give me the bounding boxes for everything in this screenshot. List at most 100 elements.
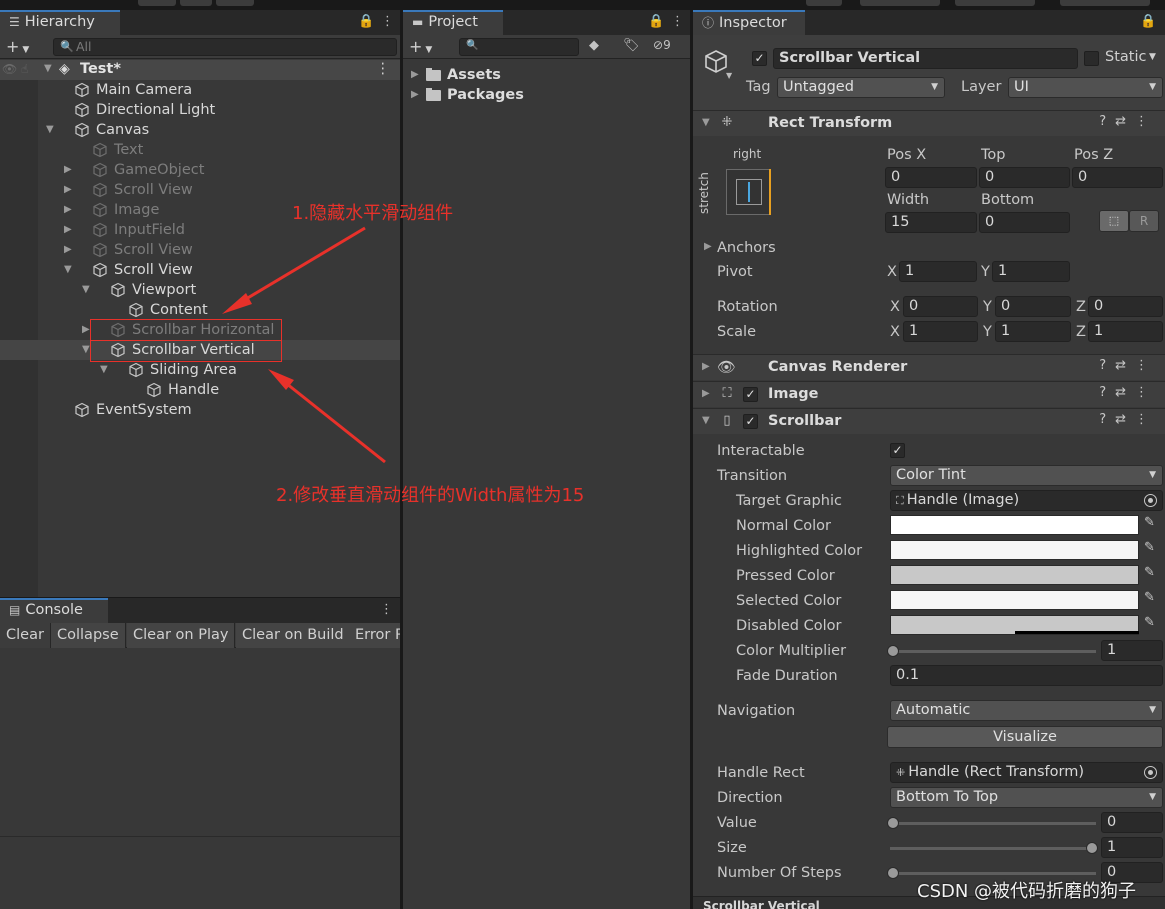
project-search-input[interactable]: 🔍 — [459, 38, 579, 56]
expand-arrow-icon[interactable]: ▶ — [64, 180, 72, 200]
collapse-arrow-icon[interactable]: ▼ — [100, 360, 108, 380]
component-tools[interactable]: ?⇄⋮ — [1099, 114, 1157, 129]
eyedropper-icon[interactable]: ✎ — [1144, 540, 1155, 555]
hierarchy-item[interactable]: ▼ Viewport — [0, 280, 400, 300]
navigation-dropdown[interactable]: Automatic ▼ — [890, 700, 1163, 721]
filter-by-label-icon[interactable]: 🏷 — [623, 38, 640, 53]
console-clear-on-build-button[interactable]: Clear on Build — [236, 623, 351, 648]
rotation-y-input[interactable]: 0 — [995, 296, 1071, 317]
transition-dropdown[interactable]: Color Tint ▼ — [890, 465, 1163, 486]
toolbar-button[interactable] — [806, 0, 842, 6]
blueprint-mode-button[interactable]: ⬚ — [1099, 210, 1129, 232]
expand-arrow-icon[interactable]: ▶ — [82, 320, 90, 340]
collapse-arrow-icon[interactable]: ▼ — [82, 340, 90, 360]
more-options-icon[interactable]: ⋮ — [381, 14, 394, 29]
tag-dropdown[interactable]: Untagged ▼ — [777, 77, 945, 98]
hierarchy-search-input[interactable]: 🔍 All — [53, 38, 397, 56]
toolbar-button[interactable] — [180, 0, 212, 6]
layer-dropdown[interactable]: UI ▼ — [1008, 77, 1163, 98]
scrollbar-component-header[interactable]: ▼ ▯ ✓ Scrollbar ?⇄⋮ — [693, 408, 1165, 434]
hierarchy-item[interactable]: Handle — [0, 380, 400, 400]
hierarchy-item[interactable]: EventSystem — [0, 400, 400, 420]
expand-arrow-icon[interactable]: ▶ — [702, 388, 710, 399]
anchor-presets-button[interactable] — [726, 169, 771, 215]
bottom-input[interactable]: 0 — [979, 212, 1070, 233]
hierarchy-item[interactable]: ▼ Canvas — [0, 120, 400, 140]
scale-z-input[interactable]: 1 — [1088, 321, 1163, 342]
visualize-button[interactable]: Visualize — [887, 726, 1163, 748]
fade-duration-input[interactable]: 0.1 — [890, 665, 1163, 686]
target-graphic-field[interactable]: ⛶ Handle (Image) — [890, 490, 1163, 511]
hierarchy-item[interactable]: ▼ Sliding Area — [0, 360, 400, 380]
collapse-arrow-icon[interactable]: ▼ — [702, 117, 710, 128]
anchors-expand-icon[interactable]: ▶ — [704, 241, 712, 252]
hidden-packages-toggle[interactable]: ⊘9 — [653, 38, 671, 52]
toolbar-button[interactable] — [138, 0, 176, 6]
filter-by-type-icon[interactable]: ◆ — [589, 38, 599, 53]
pivot-y-input[interactable]: 1 — [992, 261, 1070, 282]
slider-knob[interactable] — [1086, 842, 1098, 854]
hierarchy-item[interactable]: ▶ Scroll View — [0, 180, 400, 200]
color-multiplier-slider[interactable] — [887, 645, 1096, 657]
object-name-input[interactable]: Scrollbar Vertical — [773, 48, 1078, 69]
scale-y-input[interactable]: 1 — [995, 321, 1071, 342]
top-input[interactable]: 0 — [979, 167, 1070, 188]
static-dropdown-icon[interactable]: ▼ — [1149, 52, 1156, 62]
raw-edit-button[interactable]: R — [1129, 210, 1159, 232]
console-clear-on-play-button[interactable]: Clear on Play — [127, 623, 236, 648]
active-checkbox[interactable]: ✓ — [752, 51, 767, 66]
pivot-x-input[interactable]: 1 — [899, 261, 977, 282]
expand-arrow-icon[interactable]: ▶ — [64, 200, 72, 220]
hierarchy-item[interactable]: ▶ GameObject — [0, 160, 400, 180]
collapse-arrow-icon[interactable]: ▼ — [46, 120, 54, 140]
expand-arrow-icon[interactable]: ▼ — [44, 63, 52, 74]
collapse-arrow-icon[interactable]: ▼ — [64, 260, 72, 280]
tab-inspector[interactable]: ⓘ Inspector — [693, 10, 805, 35]
component-tools[interactable]: ?⇄⋮ — [1099, 412, 1157, 427]
rect-transform-header[interactable]: ▼ ⁜ Rect Transform ?⇄⋮ — [693, 110, 1165, 136]
eyedropper-icon[interactable]: ✎ — [1144, 590, 1155, 605]
value-input[interactable]: 0 — [1101, 812, 1163, 833]
hierarchy-item[interactable]: ▶ Scroll View — [0, 240, 400, 260]
image-enabled-checkbox[interactable]: ✓ — [743, 387, 758, 402]
collapse-arrow-icon[interactable]: ▼ — [82, 280, 90, 300]
static-checkbox[interactable] — [1084, 51, 1099, 66]
pos-z-input[interactable]: 0 — [1072, 167, 1163, 188]
expand-arrow-icon[interactable]: ▶ — [64, 240, 72, 260]
rotation-x-input[interactable]: 0 — [903, 296, 978, 317]
console-clear-button[interactable]: Clear — [0, 623, 51, 648]
slider-knob[interactable] — [887, 867, 899, 879]
selected-color-swatch[interactable] — [890, 590, 1139, 610]
scale-x-input[interactable]: 1 — [903, 321, 978, 342]
hierarchy-item[interactable]: Main Camera — [0, 80, 400, 100]
object-picker-icon[interactable] — [1144, 494, 1157, 507]
scrollbar-enabled-checkbox[interactable]: ✓ — [743, 414, 758, 429]
icon-dropdown-icon[interactable]: ▼ — [726, 71, 732, 80]
object-picker-icon[interactable] — [1144, 766, 1157, 779]
value-slider[interactable] — [887, 817, 1096, 829]
hierarchy-item[interactable]: Text — [0, 140, 400, 160]
lock-icon[interactable]: 🔒 — [358, 14, 374, 29]
image-component-header[interactable]: ▶ ⛶ ✓ Image ?⇄⋮ — [693, 381, 1165, 407]
more-options-icon[interactable]: ⋮ — [671, 14, 684, 29]
toolbar-button[interactable] — [860, 0, 940, 6]
hierarchy-item[interactable]: ▼ Scroll View — [0, 260, 400, 280]
expand-arrow-icon[interactable]: ▶ — [702, 361, 710, 372]
hierarchy-item[interactable]: Directional Light — [0, 100, 400, 120]
create-dropdown-button[interactable]: + ▼ — [409, 37, 432, 56]
component-tools[interactable]: ?⇄⋮ — [1099, 385, 1157, 400]
console-error-pause-button[interactable]: Error P — [349, 623, 400, 648]
collapse-arrow-icon[interactable]: ▼ — [702, 415, 710, 426]
expand-arrow-icon[interactable]: ▶ — [411, 65, 419, 85]
steps-slider[interactable] — [887, 867, 1096, 879]
slider-knob[interactable] — [887, 645, 899, 657]
slider-knob[interactable] — [887, 817, 899, 829]
lock-icon[interactable]: 🔒 — [648, 14, 664, 29]
rotation-z-input[interactable]: 0 — [1088, 296, 1163, 317]
component-tools[interactable]: ?⇄⋮ — [1099, 358, 1157, 373]
console-collapse-button[interactable]: Collapse — [51, 623, 126, 648]
color-multiplier-input[interactable]: 1 — [1101, 640, 1163, 661]
handle-rect-field[interactable]: ⁜ Handle (Rect Transform) — [890, 762, 1163, 783]
tab-hierarchy[interactable]: ☰ Hierarchy — [0, 10, 120, 35]
direction-dropdown[interactable]: Bottom To Top ▼ — [890, 787, 1163, 808]
